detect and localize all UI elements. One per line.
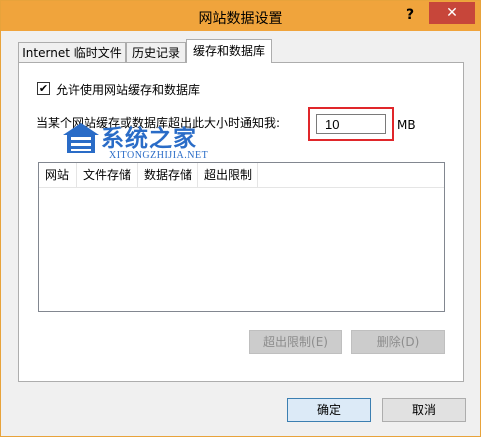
size-limit-input[interactable] — [316, 114, 386, 134]
dialog-window: 网站数据设置 ? ✕ Internet 临时文件 历史记录 缓存和数据库 ✔ 允… — [0, 0, 481, 437]
watermark-house-icon — [63, 123, 99, 153]
delete-button[interactable]: 删除(D) — [351, 330, 445, 354]
exceed-limit-button[interactable]: 超出限制(E) — [249, 330, 342, 354]
watermark-subtext: XITONGZHIJIA.NET — [109, 150, 209, 161]
website-list[interactable]: 网站 文件存储 数据存储 超出限制 — [38, 162, 445, 312]
title-bar[interactable]: 网站数据设置 ? ✕ — [1, 1, 480, 31]
cancel-button[interactable]: 取消 — [382, 398, 466, 422]
ok-button[interactable]: 确定 — [287, 398, 371, 422]
close-button[interactable]: ✕ — [429, 2, 475, 24]
tab-panel-cache: ✔ 允许使用网站缓存和数据库 当某个网站缓存或数据库超出此大小时通知我: MB … — [18, 62, 464, 382]
highlight-box — [308, 107, 394, 141]
help-button[interactable]: ? — [397, 4, 423, 26]
size-unit-label: MB — [397, 118, 416, 132]
tab-internet-temp-files[interactable]: Internet 临时文件 — [18, 42, 126, 62]
tab-cache-and-databases[interactable]: 缓存和数据库 — [186, 39, 272, 63]
watermark-text: 系统之家 — [101, 126, 197, 152]
allow-cache-label: 允许使用网站缓存和数据库 — [56, 83, 201, 97]
allow-cache-checkbox[interactable]: ✔ — [37, 82, 50, 95]
watermark-logo: 系统之家 XITONGZHIJIA.NET — [63, 119, 253, 169]
tab-history[interactable]: 历史记录 — [126, 42, 186, 62]
